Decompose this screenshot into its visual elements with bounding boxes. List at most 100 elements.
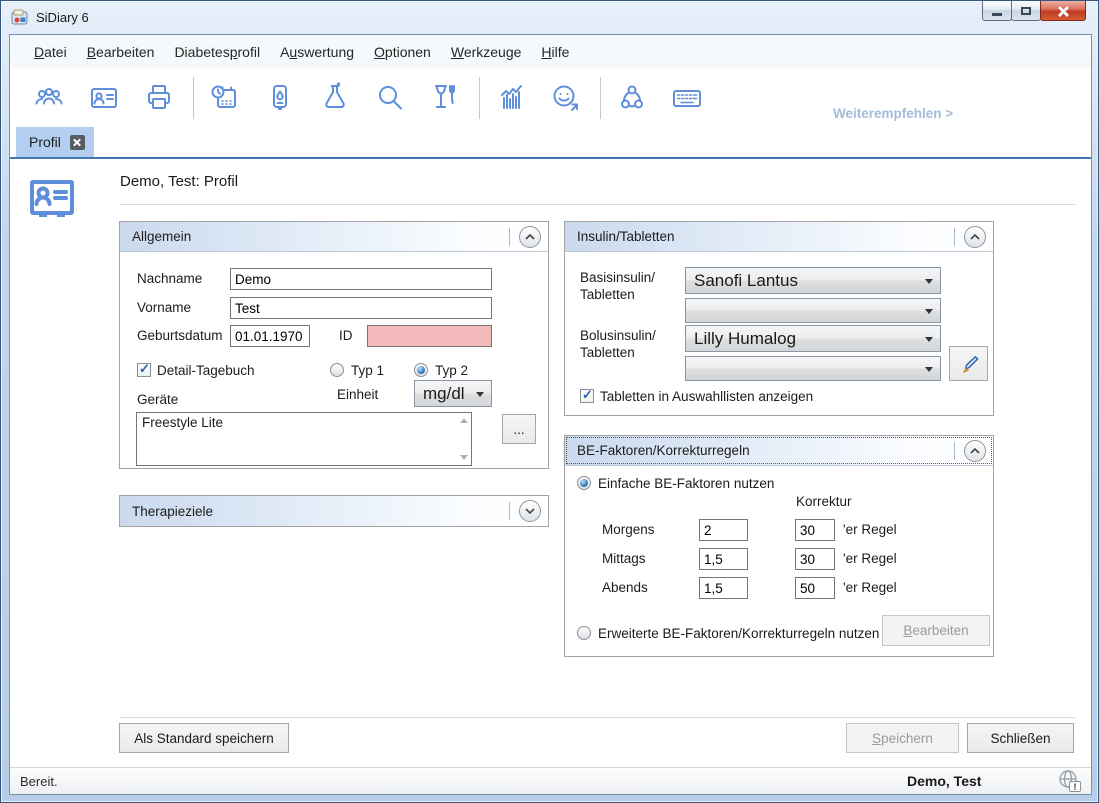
abends-korrektur-input[interactable] (795, 577, 835, 599)
panel-therapieziele: Therapieziele (119, 495, 549, 527)
collapse-button[interactable] (964, 440, 986, 462)
glucose-meter-icon[interactable] (259, 77, 301, 119)
panel-be-faktoren-header: BE-Faktoren/Korrekturregeln (565, 436, 993, 466)
dropdown-arrow-icon (476, 392, 484, 397)
recommend-link[interactable]: Weiterempfehlen > (833, 106, 953, 121)
status-bar: Bereit. Demo, Test ! (10, 767, 1091, 794)
typ1-radio[interactable] (330, 363, 344, 377)
panel-allgemein-title: Allgemein (132, 229, 191, 244)
panel-therapieziele-title: Therapieziele (132, 504, 213, 519)
nachname-input[interactable] (230, 268, 492, 290)
typ2-radio[interactable] (414, 363, 428, 377)
lab-values-icon[interactable] (314, 77, 356, 119)
basisinsulin-select-1[interactable]: Sanofi Lantus (685, 267, 941, 294)
panel-insulin-header: Insulin/Tabletten (565, 222, 993, 252)
insulin-wizard-button[interactable] (949, 346, 988, 381)
id-input[interactable] (367, 325, 492, 347)
erweiterte-be-label: Erweiterte BE-Faktoren/Korrekturregeln n… (598, 626, 879, 641)
mittags-faktor-input[interactable] (699, 548, 748, 570)
dropdown-arrow-icon (925, 309, 933, 314)
nutrition-icon[interactable] (424, 77, 466, 119)
als-standard-speichern-button[interactable]: Als Standard speichern (119, 723, 289, 753)
basisinsulin-select-2[interactable] (685, 298, 941, 323)
statistics-icon[interactable] (490, 77, 532, 119)
profile-card-icon[interactable] (83, 77, 125, 119)
print-icon[interactable] (138, 77, 180, 119)
title-divider (119, 204, 1075, 205)
search-icon[interactable] (369, 77, 411, 119)
morgens-regel-suffix: 'er Regel (843, 522, 897, 537)
typ2-label: Typ 2 (435, 363, 468, 378)
mittags-label: Mittags (602, 551, 646, 566)
menu-bearbeiten[interactable]: Bearbeiten (77, 39, 165, 65)
speichern-button[interactable]: Speichern (846, 723, 959, 753)
toolbar-separator (479, 77, 480, 119)
profile-card-large-icon (26, 173, 78, 227)
einfache-be-radio[interactable] (577, 476, 591, 490)
detail-tagebuch-checkbox[interactable] (137, 363, 151, 377)
page-title: Demo, Test: Profil (120, 173, 238, 190)
erweiterte-be-radio[interactable] (577, 626, 591, 640)
abends-label: Abends (602, 580, 648, 595)
morgens-korrektur-input[interactable] (795, 519, 835, 541)
bearbeiten-button[interactable]: Bearbeiten (882, 615, 990, 646)
toolbar-separator (193, 77, 194, 119)
tabletten-anzeigen-label: Tabletten in Auswahllisten anzeigen (600, 389, 813, 404)
tab-profil[interactable]: Profil (16, 127, 94, 157)
morgens-label: Morgens (602, 522, 655, 537)
share-icon[interactable] (611, 77, 653, 119)
minimize-icon (992, 13, 1002, 16)
basisinsulin-label-line2: Tabletten (580, 287, 635, 302)
keyboard-icon[interactable] (666, 77, 708, 119)
abends-faktor-input[interactable] (699, 577, 748, 599)
menu-werkzeuge[interactable]: Werkzeuge (441, 39, 532, 65)
scroll-down-icon[interactable] (460, 455, 468, 460)
tab-profil-label: Profil (29, 134, 61, 150)
bolusinsulin-label-line2: Tabletten (580, 345, 635, 360)
toolbar-separator (600, 77, 601, 119)
status-text: Bereit. (20, 774, 58, 789)
geraete-textarea[interactable]: Freestyle Lite (136, 412, 472, 466)
diary-calendar-icon[interactable] (204, 77, 246, 119)
menu-optionen[interactable]: Optionen (364, 39, 441, 65)
vorname-input[interactable] (230, 297, 492, 319)
header-separator (509, 228, 510, 246)
bolusinsulin-select-2[interactable] (685, 356, 941, 381)
vorname-label: Vorname (137, 300, 191, 315)
geburtsdatum-input[interactable] (230, 325, 310, 347)
geraete-label: Geräte (137, 392, 178, 407)
geraete-more-button[interactable]: ... (502, 414, 536, 444)
mittags-regel-suffix: 'er Regel (843, 551, 897, 566)
tabletten-anzeigen-checkbox[interactable] (580, 389, 594, 403)
einheit-select[interactable]: mg/dl (414, 380, 492, 407)
collapse-button[interactable] (519, 226, 541, 248)
panel-insulin: Insulin/Tabletten Basisinsulin/ Tablette… (564, 221, 994, 416)
nachname-label: Nachname (137, 271, 202, 286)
detail-tagebuch-label: Detail-Tagebuch (157, 363, 255, 378)
collapse-button[interactable] (964, 226, 986, 248)
schliessen-button[interactable]: Schließen (967, 723, 1074, 753)
morgens-faktor-input[interactable] (699, 519, 748, 541)
panel-be-faktoren-title: BE-Faktoren/Korrekturregeln (577, 443, 750, 458)
mittags-korrektur-input[interactable] (795, 548, 835, 570)
scroll-up-icon[interactable] (460, 418, 468, 423)
maximize-button[interactable] (1011, 1, 1041, 21)
panel-insulin-title: Insulin/Tabletten (577, 229, 675, 244)
tab-close-icon[interactable] (70, 135, 85, 150)
panel-therapieziele-header: Therapieziele (120, 496, 548, 526)
wellbeing-icon[interactable] (545, 77, 587, 119)
app-icon (11, 9, 29, 25)
menu-hilfe[interactable]: Hilfe (531, 39, 579, 65)
bolusinsulin-select-1[interactable]: Lilly Humalog (685, 325, 941, 352)
footer-divider (119, 717, 1075, 718)
profil-page: Demo, Test: Profil Allgemein Nachname Vo… (10, 159, 1091, 769)
window-title: SiDiary 6 (36, 10, 89, 25)
menu-auswertung[interactable]: Auswertung (270, 39, 364, 65)
expand-button[interactable] (519, 500, 541, 522)
minimize-button[interactable] (982, 1, 1012, 21)
patients-icon[interactable] (28, 77, 70, 119)
menu-diabetesprofil[interactable]: Diabetesprofil (164, 39, 270, 65)
close-button[interactable] (1040, 1, 1086, 21)
svg-text:!: ! (1074, 782, 1077, 792)
menu-datei[interactable]: Datei (24, 39, 77, 65)
